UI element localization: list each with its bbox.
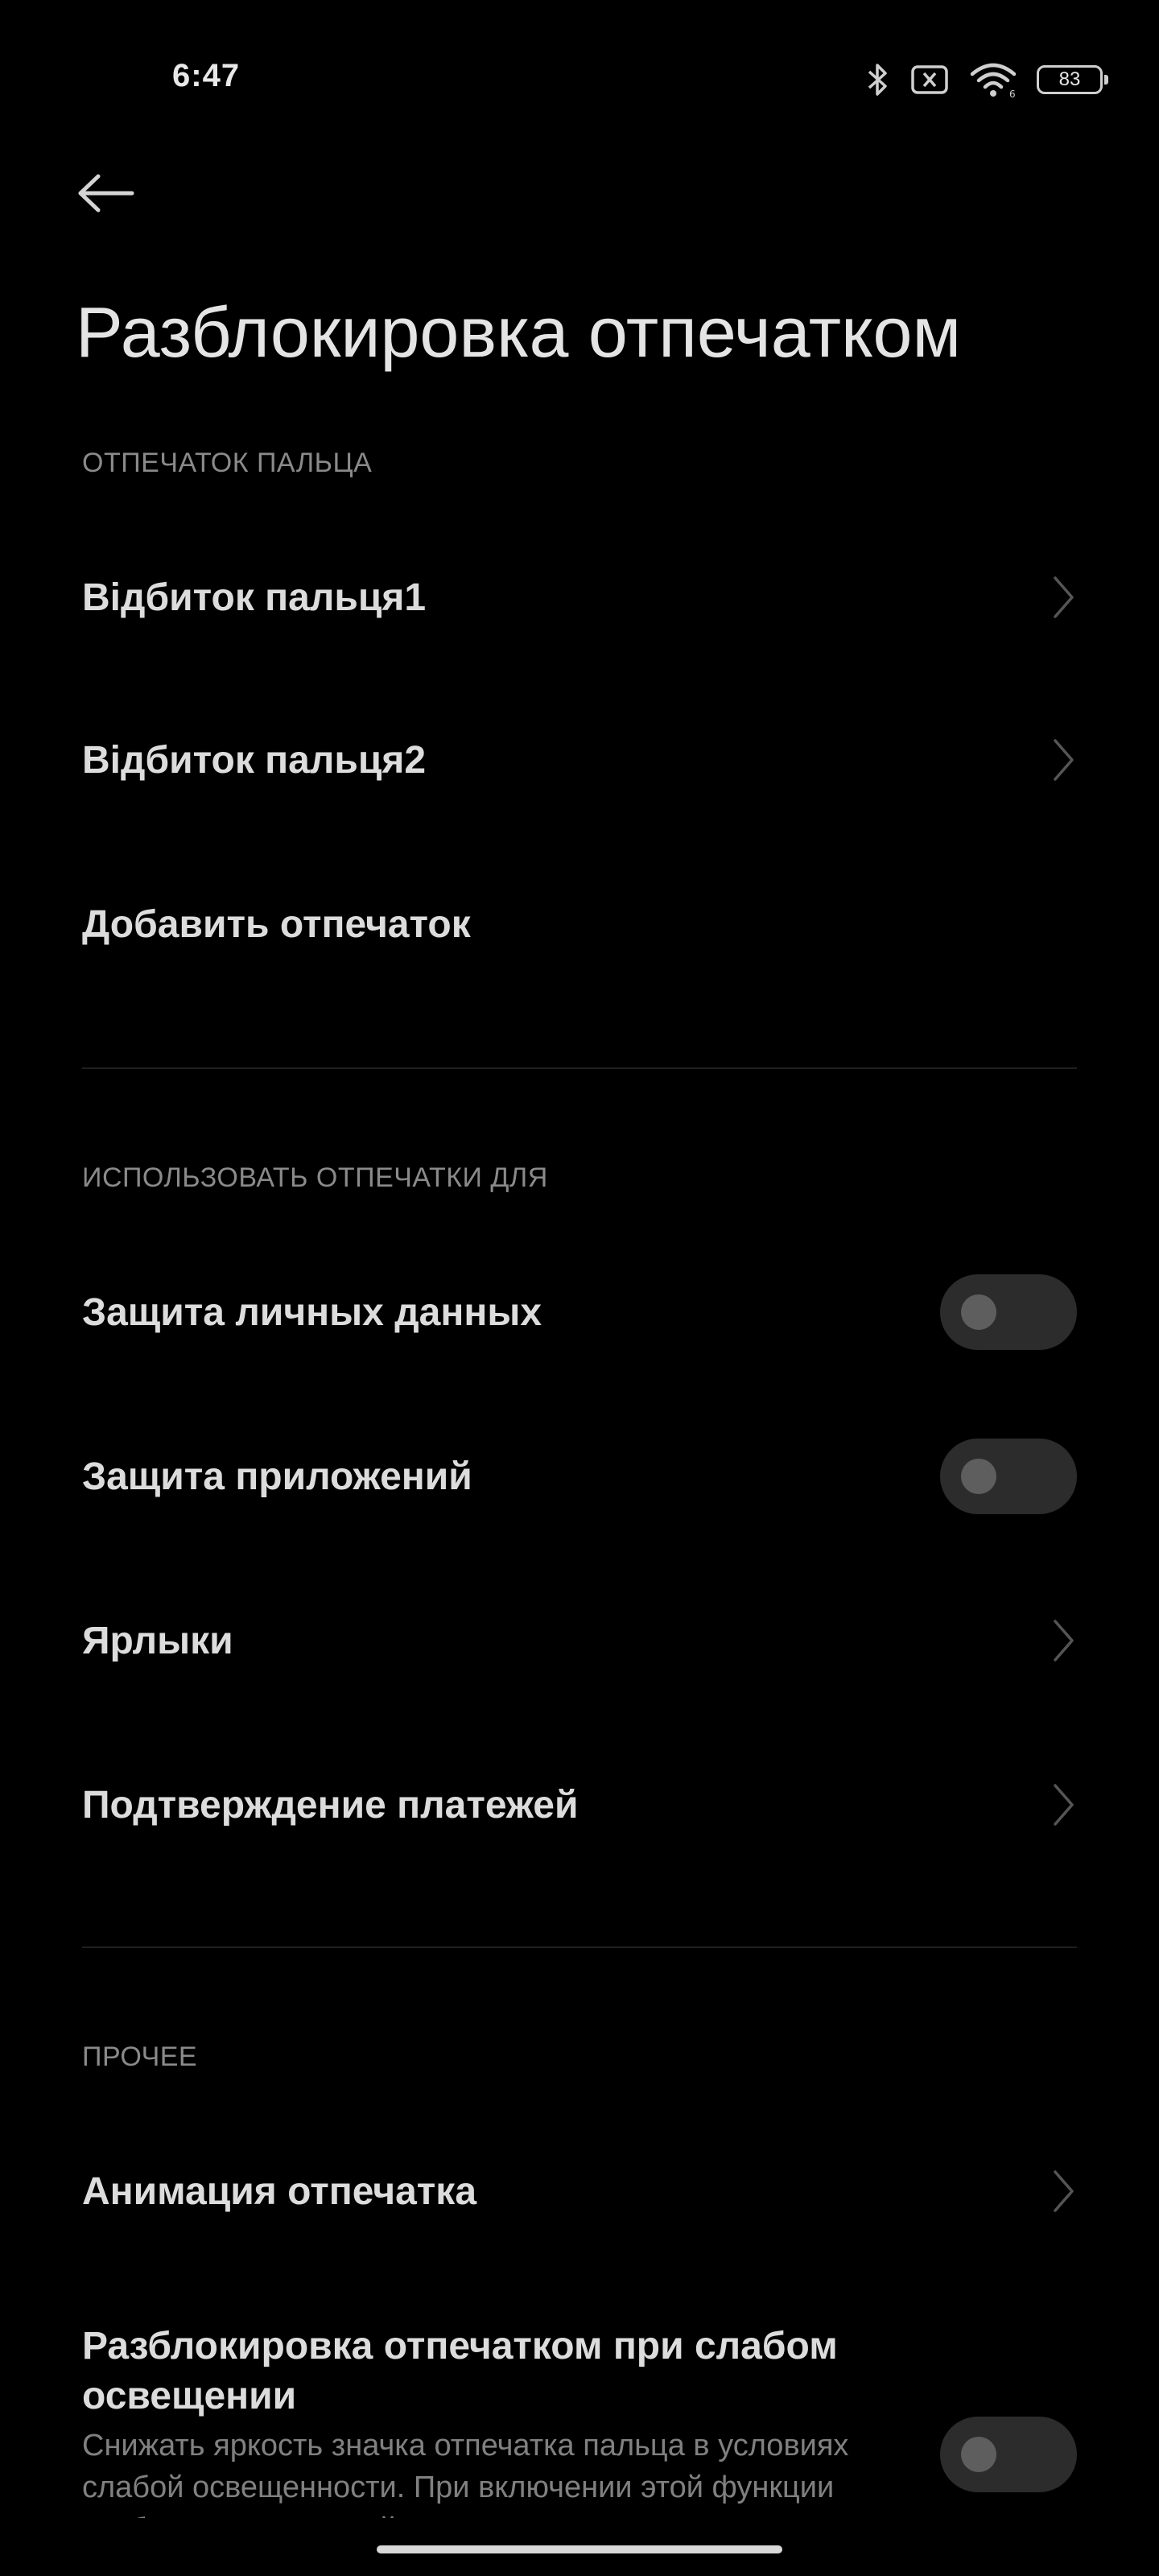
fingerprint-item-1[interactable]: Відбиток пальця1 xyxy=(82,541,1077,654)
fingerprint-animation-label: Анимация отпечатка xyxy=(82,2169,477,2213)
chevron-right-icon xyxy=(1054,739,1074,781)
no-sim-icon xyxy=(909,64,950,96)
status-icons: 6 83 xyxy=(866,60,1108,100)
fingerprint-item-2[interactable]: Відбиток пальця2 xyxy=(82,704,1077,816)
status-time: 6:47 xyxy=(172,58,241,93)
arrow-left-icon xyxy=(78,174,134,213)
low-light-unlock-row[interactable]: Разблокировка отпечатком при слабом осве… xyxy=(82,2322,1077,2546)
app-lock-toggle[interactable] xyxy=(940,1439,1077,1514)
payment-confirmation-label: Подтверждение платежей xyxy=(82,1783,579,1827)
privacy-protection-row[interactable]: Защита личных данных xyxy=(82,1256,1077,1368)
low-light-unlock-label: Разблокировка отпечатком при слабом осве… xyxy=(82,2325,838,2417)
divider xyxy=(82,1067,1077,1069)
chevron-right-icon xyxy=(1054,576,1074,618)
shortcuts-label: Ярлыки xyxy=(82,1619,233,1662)
toggle-knob xyxy=(961,2437,996,2472)
app-lock-label: Защита приложений xyxy=(82,1455,472,1498)
toggle-knob xyxy=(961,1294,996,1330)
back-button[interactable] xyxy=(77,161,151,225)
chevron-right-icon xyxy=(1054,1620,1074,1662)
section-header-other: ПРОЧЕЕ xyxy=(82,2041,198,2072)
section-header-use-for: ИСПОЛЬЗОВАТЬ ОТПЕЧАТКИ ДЛЯ xyxy=(82,1162,548,1193)
fingerprint-item-label: Відбиток пальця1 xyxy=(82,576,427,619)
bluetooth-icon xyxy=(866,60,890,99)
svg-text:6: 6 xyxy=(1009,89,1016,98)
privacy-protection-label: Защита личных данных xyxy=(82,1290,542,1334)
wifi-icon: 6 xyxy=(969,61,1017,98)
payment-confirmation-row[interactable]: Подтверждение платежей xyxy=(82,1748,1077,1861)
shortcuts-row[interactable]: Ярлыки xyxy=(82,1584,1077,1697)
battery-icon: 83 xyxy=(1037,65,1108,94)
section-header-fingerprints: ОТПЕЧАТОК ПАЛЬЦА xyxy=(82,448,373,478)
battery-level: 83 xyxy=(1058,68,1081,90)
app-lock-row[interactable]: Защита приложений xyxy=(82,1420,1077,1533)
fingerprint-animation-row[interactable]: Анимация отпечатка xyxy=(82,2135,1077,2248)
home-indicator[interactable] xyxy=(377,2545,782,2553)
status-bar: 6:47 6 83 xyxy=(0,0,1159,161)
divider xyxy=(82,1946,1077,1948)
page-title: Разблокировка отпечатком xyxy=(76,292,961,372)
chevron-right-icon xyxy=(1054,1784,1074,1826)
add-fingerprint-button[interactable]: Добавить отпечаток xyxy=(82,868,1077,980)
fingerprint-item-label: Відбиток пальця2 xyxy=(82,738,427,782)
add-fingerprint-label: Добавить отпечаток xyxy=(82,902,471,946)
privacy-protection-toggle[interactable] xyxy=(940,1274,1077,1350)
low-light-unlock-toggle[interactable] xyxy=(940,2417,1077,2492)
toggle-knob xyxy=(961,1459,996,1494)
chevron-right-icon xyxy=(1054,2170,1074,2212)
